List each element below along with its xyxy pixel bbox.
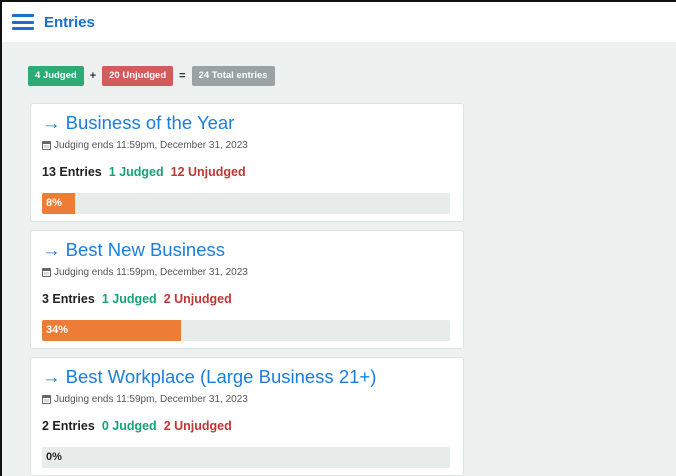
category-card-best-workplace: → Best Workplace (Large Business 21+) Ju… <box>30 357 464 476</box>
judging-progress-bar: 0% <box>42 447 450 468</box>
progress-label: 34% <box>46 324 69 336</box>
judging-progress-bar: 34% <box>42 320 450 341</box>
entries-count: 13 Entries <box>42 165 102 179</box>
calendar-icon <box>42 141 51 150</box>
calendar-icon <box>42 268 51 277</box>
category-title-link[interactable]: → Business of the Year <box>42 112 234 134</box>
deadline-text: Judging ends 11:59pm, December 31, 2023 <box>54 140 248 151</box>
entry-counts: 13 Entries 1 Judged 12 Unjudged <box>42 165 246 179</box>
category-card-best-new-business: → Best New Business Judging ends 11:59pm… <box>30 230 464 349</box>
unjudged-count: 2 Unjudged <box>163 419 232 433</box>
calendar-icon <box>42 395 51 404</box>
progress-label: 8% <box>46 197 62 209</box>
unjudged-count: 12 Unjudged <box>170 165 246 179</box>
judged-count: 1 Judged <box>108 165 164 179</box>
unjudged-count: 2 Unjudged <box>163 292 232 306</box>
judged-badge: 4 Judged <box>28 66 84 86</box>
entry-counts: 3 Entries 1 Judged 2 Unjudged <box>42 292 232 306</box>
top-bar: Entries <box>2 2 676 42</box>
category-card-business-of-the-year: → Business of the Year Judging ends 11:5… <box>30 103 464 222</box>
entries-summary: 4 Judged + 20 Unjudged = 24 Total entrie… <box>28 66 275 86</box>
judged-count: 1 Judged <box>101 292 157 306</box>
category-title-link[interactable]: → Best Workplace (Large Business 21+) <box>42 366 376 388</box>
entries-count: 3 Entries <box>42 292 95 306</box>
category-title-link[interactable]: → Best New Business <box>42 239 225 261</box>
deadline-text: Judging ends 11:59pm, December 31, 2023 <box>54 267 248 278</box>
judging-deadline: Judging ends 11:59pm, December 31, 2023 <box>42 267 248 278</box>
total-badge: 24 Total entries <box>191 66 275 86</box>
judging-deadline: Judging ends 11:59pm, December 31, 2023 <box>42 394 248 405</box>
plus-sign: + <box>89 70 97 82</box>
unjudged-badge: 20 Unjudged <box>102 66 174 86</box>
judged-count: 0 Judged <box>101 419 157 433</box>
judging-deadline: Judging ends 11:59pm, December 31, 2023 <box>42 140 248 151</box>
deadline-text: Judging ends 11:59pm, December 31, 2023 <box>54 394 248 405</box>
page-title: Entries <box>44 13 95 31</box>
progress-label: 0% <box>46 451 62 463</box>
menu-icon[interactable] <box>12 14 34 30</box>
app-frame: Entries 4 Judged + 20 Unjudged = 24 Tota… <box>0 0 676 476</box>
judging-progress-bar: 8% <box>42 193 450 214</box>
entry-counts: 2 Entries 0 Judged 2 Unjudged <box>42 419 232 433</box>
equals-sign: = <box>179 70 186 82</box>
entries-count: 2 Entries <box>42 419 95 433</box>
